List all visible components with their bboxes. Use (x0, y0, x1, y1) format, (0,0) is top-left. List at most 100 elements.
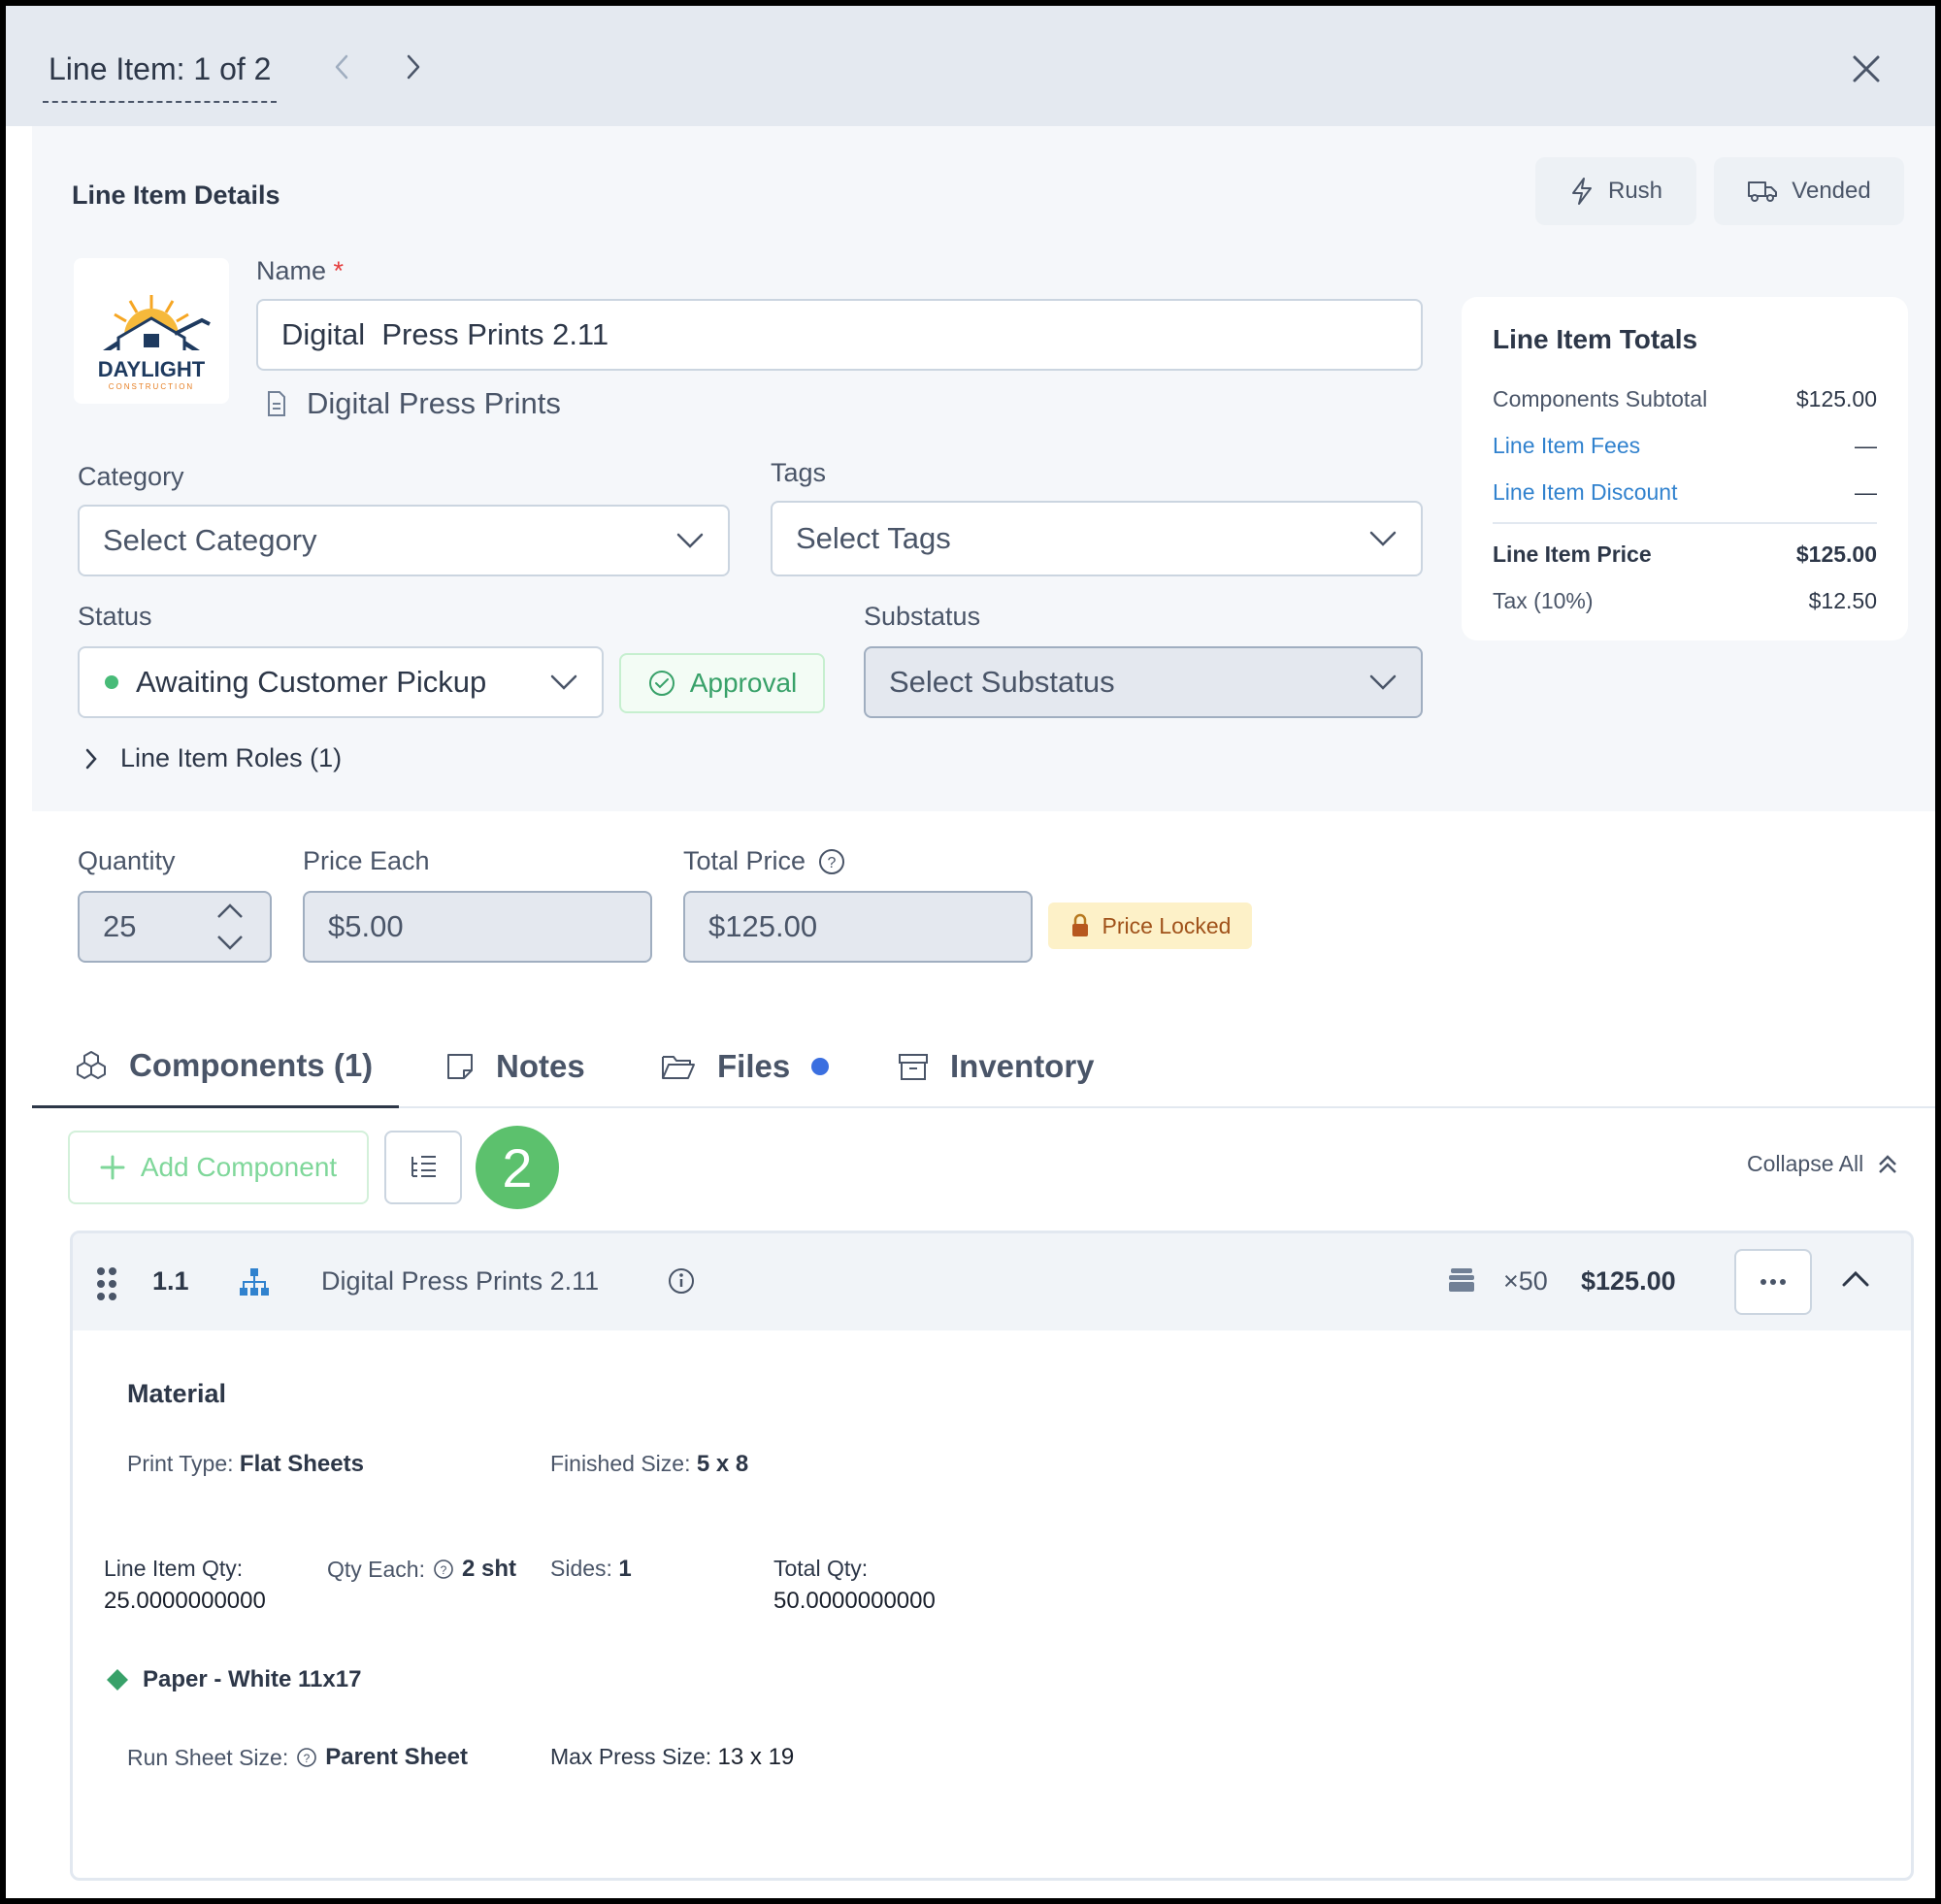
chevron-down-icon (550, 674, 577, 690)
add-component-button[interactable]: Add Component (68, 1131, 369, 1204)
drag-handle[interactable] (96, 1266, 117, 1301)
files-indicator-dot (811, 1058, 830, 1075)
total-price-input[interactable]: $125.00 (683, 891, 1033, 963)
chevron-left-icon (335, 54, 348, 80)
material-heading: Material (127, 1379, 227, 1408)
status-value: Awaiting Customer Pickup (136, 665, 487, 699)
tags-select[interactable]: Select Tags (771, 501, 1423, 576)
print-type-field: Print Type: Flat Sheets (127, 1451, 364, 1477)
qty-each-field: Qty Each: ? 2 sht (327, 1556, 516, 1582)
logo-sub-text: CONSTRUCTION (108, 382, 195, 391)
run-sheet-size-field: Run Sheet Size: ? Parent Sheet (127, 1744, 468, 1770)
collapse-all-button[interactable]: Collapse All (1747, 1151, 1898, 1177)
component-more-button[interactable] (1734, 1249, 1812, 1315)
quantity-value: 25 (103, 909, 137, 943)
product-template-link[interactable]: Digital Press Prints (266, 386, 561, 421)
tab-files[interactable]: Files (661, 1025, 830, 1108)
lightning-icon (1571, 178, 1592, 205)
component-multiplier: ×50 (1503, 1266, 1548, 1296)
status-label: Status (78, 602, 152, 631)
component-info-button[interactable] (667, 1266, 696, 1296)
quantity-label: Quantity (78, 846, 176, 875)
vended-button[interactable]: Vended (1714, 157, 1904, 225)
total-qty-field: Total Qty: 50.0000000000 (773, 1556, 936, 1614)
chevrons-up-icon (1879, 1154, 1897, 1173)
paper-material-item[interactable]: Paper - White 11x17 (106, 1666, 361, 1693)
diamond-icon (107, 1669, 128, 1691)
chevron-down-icon (1369, 674, 1397, 690)
tree-view-button[interactable] (384, 1131, 462, 1204)
help-icon[interactable]: ? (817, 847, 846, 876)
status-dot (105, 675, 118, 689)
line-item-qty-field: Line Item Qty: 25.0000000000 (104, 1556, 266, 1614)
substatus-label: Substatus (864, 602, 981, 631)
help-icon: ? (297, 1748, 317, 1767)
svg-text:?: ? (304, 1752, 311, 1765)
paper-stack-icon (1449, 1268, 1474, 1292)
line-item-price-row: Line Item Price $125.00 (1493, 542, 1877, 567)
tab-components[interactable]: Components (1) (32, 1025, 399, 1108)
collapse-all-label: Collapse All (1747, 1151, 1864, 1176)
price-each-value: $5.00 (328, 909, 404, 943)
modal-header: Line Item: 1 of 2 (6, 6, 1935, 126)
substatus-placeholder: Select Substatus (889, 665, 1115, 699)
price-each-input[interactable]: $5.00 (303, 891, 652, 963)
required-mark: * (333, 256, 345, 285)
component-count-badge: 2 (476, 1126, 559, 1209)
chevron-right-icon (407, 54, 420, 80)
plus-icon (100, 1155, 125, 1180)
previous-item-button[interactable] (322, 43, 361, 91)
substatus-select[interactable]: Select Substatus (864, 646, 1423, 718)
close-button[interactable] (1842, 45, 1891, 93)
line-item-roles-toggle[interactable]: Line Item Roles (1) (83, 743, 342, 773)
line-item-roles-label: Line Item Roles (1) (120, 743, 343, 772)
chevron-down-icon (676, 533, 704, 548)
max-press-size-field: Max Press Size: 13 x 19 (550, 1744, 795, 1770)
totals-title: Line Item Totals (1493, 324, 1698, 354)
tags-label: Tags (771, 458, 827, 487)
approval-label: Approval (689, 668, 798, 698)
line-item-modal: Line Item: 1 of 2 Line Item Details Rush… (6, 6, 1935, 1898)
name-label: Name * (256, 256, 345, 285)
rush-button[interactable]: Rush (1535, 157, 1696, 225)
rush-label: Rush (1607, 178, 1663, 204)
tags-placeholder: Select Tags (796, 521, 951, 555)
cubes-icon (77, 1050, 106, 1079)
approval-button[interactable]: Approval (619, 653, 825, 713)
help-icon: ? (434, 1559, 453, 1579)
status-select[interactable]: Awaiting Customer Pickup (78, 646, 604, 718)
more-horizontal-icon (1760, 1279, 1786, 1285)
vended-label: Vended (1792, 178, 1871, 204)
line-item-fees-row: Line Item Fees — (1493, 433, 1877, 459)
hierarchy-icon (240, 1268, 269, 1296)
sides-field: Sides: 1 (550, 1556, 632, 1582)
line-item-fees-link[interactable]: Line Item Fees (1493, 433, 1640, 459)
tab-notes[interactable]: Notes (445, 1025, 585, 1108)
decrement-icon[interactable] (215, 932, 245, 953)
folder-icon (662, 1056, 695, 1079)
tab-inventory[interactable]: Inventory (898, 1025, 1095, 1108)
next-item-button[interactable] (394, 43, 433, 91)
line-item-title[interactable]: Line Item: 1 of 2 (43, 45, 278, 103)
note-icon (447, 1054, 473, 1079)
category-select[interactable]: Select Category (78, 505, 730, 576)
info-icon (669, 1268, 694, 1294)
category-label: Category (78, 462, 184, 491)
lock-icon (1071, 913, 1088, 936)
finished-size-field: Finished Size: 5 x 8 (550, 1451, 749, 1477)
stack-icon-wrap (1447, 1266, 1476, 1294)
increment-icon[interactable] (215, 901, 245, 922)
tax-row: Tax (10%) $12.50 (1493, 588, 1877, 613)
section-title: Line Item Details (72, 181, 280, 210)
grip-icon (97, 1267, 116, 1300)
component-number: 1.1 (152, 1266, 189, 1296)
component-collapse-button[interactable] (1841, 1268, 1870, 1288)
chevron-up-icon (1842, 1270, 1869, 1287)
component-price: $125.00 (1581, 1266, 1676, 1296)
component-card-header: 1.1 Digital Press Prints 2.11 ×50 $125.0… (73, 1233, 1911, 1330)
component-name[interactable]: Digital Press Prints 2.11 (321, 1266, 599, 1297)
name-input[interactable]: Digital Press Prints 2.11 (256, 299, 1423, 371)
line-item-discount-link[interactable]: Line Item Discount (1493, 479, 1677, 506)
truck-icon (1748, 181, 1778, 202)
quantity-stepper[interactable]: 25 (78, 891, 272, 963)
